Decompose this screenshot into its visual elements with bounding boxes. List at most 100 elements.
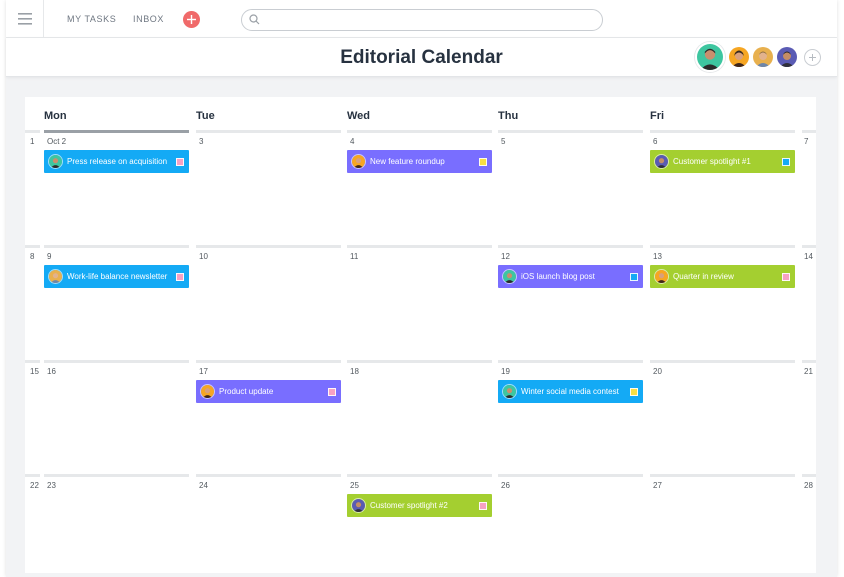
week-separator <box>25 245 40 248</box>
task-card[interactable]: iOS launch blog post <box>498 265 643 288</box>
week-separator <box>498 245 643 248</box>
day-number: 26 <box>501 481 510 490</box>
week-separator <box>25 360 40 363</box>
week-separator <box>44 360 189 363</box>
task-card[interactable]: Customer spotlight #1 <box>650 150 795 173</box>
tag-color-square <box>328 387 336 396</box>
avatar[interactable] <box>777 47 797 67</box>
day-number: 19 <box>501 367 510 376</box>
search-icon <box>249 14 260 25</box>
avatar <box>351 154 366 169</box>
day-number: 13 <box>653 252 662 261</box>
day-header-fri: Fri <box>650 110 665 122</box>
task-label: Customer spotlight #1 <box>673 157 751 166</box>
week-separator <box>44 245 189 248</box>
tag-color-square <box>782 157 790 166</box>
week-separator <box>25 474 40 477</box>
day-header-mon: Mon <box>44 110 67 122</box>
day-number: 8 <box>30 252 35 261</box>
avatar[interactable] <box>753 47 773 67</box>
tag-color-square <box>630 387 638 396</box>
task-label: Press release on acquisition <box>67 157 168 166</box>
task-card[interactable]: Winter social media contest <box>498 380 643 403</box>
tag-color-square <box>630 272 638 281</box>
plus-icon <box>187 15 196 24</box>
week-separator <box>650 474 795 477</box>
avatar <box>48 269 63 284</box>
task-label: Winter social media contest <box>521 387 619 396</box>
tag-color-square <box>479 157 487 166</box>
avatar <box>654 269 669 284</box>
task-label: Work-life balance newsletter <box>67 272 168 281</box>
day-header-tue: Tue <box>196 110 215 122</box>
day-number: 25 <box>350 481 359 490</box>
week-separator <box>498 360 643 363</box>
day-number: 14 <box>804 252 813 261</box>
week-separator <box>650 130 795 133</box>
day-number: 11 <box>350 252 359 261</box>
day-number: 21 <box>804 367 813 376</box>
task-label: New feature roundup <box>370 157 445 166</box>
day-number: 28 <box>804 481 813 490</box>
nav-my-tasks[interactable]: MY TASKS <box>67 14 116 24</box>
task-label: Customer spotlight #2 <box>370 501 448 510</box>
task-card[interactable]: Product update <box>196 380 341 403</box>
week-separator <box>498 474 643 477</box>
search-input[interactable] <box>264 12 594 28</box>
day-number: 16 <box>47 367 56 376</box>
day-number: 4 <box>350 137 355 146</box>
week-separator <box>347 245 492 248</box>
avatar[interactable] <box>695 42 725 72</box>
week-separator <box>347 474 492 477</box>
day-number: 10 <box>199 252 208 261</box>
week-separator <box>196 474 341 477</box>
avatar <box>502 269 517 284</box>
task-card[interactable]: Work-life balance newsletter <box>44 265 189 288</box>
task-card[interactable]: Quarter in review <box>650 265 795 288</box>
app-window: MY TASKS INBOX Editorial Calendar Mon Tu… <box>6 0 837 577</box>
day-header-thu: Thu <box>498 110 519 122</box>
week-separator <box>196 130 341 133</box>
week-separator <box>196 245 341 248</box>
task-card[interactable]: Press release on acquisition <box>44 150 189 173</box>
tag-color-square <box>176 272 184 281</box>
nav-inbox[interactable]: INBOX <box>133 14 164 24</box>
day-number: 3 <box>199 137 204 146</box>
day-number: 6 <box>653 137 658 146</box>
day-number: 18 <box>350 367 359 376</box>
project-members <box>691 42 821 72</box>
hamburger-icon[interactable] <box>6 0 44 38</box>
week-separator <box>44 130 189 133</box>
task-card[interactable]: Customer spotlight #2 <box>347 494 492 517</box>
add-member-button[interactable] <box>804 48 821 66</box>
day-number: 24 <box>199 481 208 490</box>
avatar <box>502 384 517 399</box>
week-separator <box>498 130 643 133</box>
week-separator <box>802 130 816 133</box>
week-separator <box>347 360 492 363</box>
day-number: 15 <box>30 367 39 376</box>
day-number: 12 <box>501 252 510 261</box>
day-number: 23 <box>47 481 56 490</box>
week-separator <box>650 360 795 363</box>
calendar-grid: Mon Tue Wed Thu Fri 1 Oct 2 3 4 5 6 7 8 9 10 11 12 13 14 15… <box>25 97 816 573</box>
top-bar: MY TASKS INBOX <box>6 0 837 38</box>
week-separator <box>802 474 816 477</box>
search-bar[interactable] <box>241 9 603 31</box>
quick-add-button[interactable] <box>183 11 200 28</box>
avatar <box>351 498 366 513</box>
week-separator <box>25 130 40 133</box>
task-label: Product update <box>219 387 274 396</box>
week-separator <box>802 360 816 363</box>
week-separator <box>650 245 795 248</box>
task-label: iOS launch blog post <box>521 272 595 281</box>
project-header: Editorial Calendar <box>6 38 837 77</box>
avatar <box>48 154 63 169</box>
day-number: 22 <box>30 481 39 490</box>
day-number: 17 <box>199 367 208 376</box>
day-number: 27 <box>653 481 662 490</box>
week-separator <box>44 474 189 477</box>
week-separator <box>347 130 492 133</box>
avatar[interactable] <box>729 47 749 67</box>
task-card[interactable]: New feature roundup <box>347 150 492 173</box>
